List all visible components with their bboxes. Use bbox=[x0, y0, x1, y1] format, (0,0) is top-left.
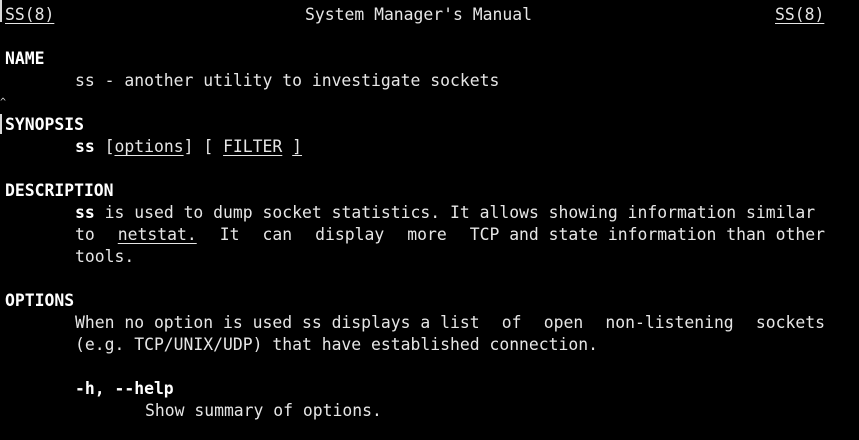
description-line-2: to netstat. It can display more TCP and … bbox=[75, 224, 825, 246]
netstat-link[interactable]: netstat. bbox=[118, 224, 197, 246]
options-line-1: When no option is used ss displays a lis… bbox=[75, 312, 825, 334]
cursor-gutter-top bbox=[0, 0, 2, 22]
description-word: to bbox=[75, 225, 95, 244]
option-help-description: Show summary of options. bbox=[145, 401, 382, 420]
description-word: more bbox=[407, 225, 447, 244]
synopsis-filter-link[interactable]: FILTER bbox=[223, 137, 282, 156]
options-word: When no option is used ss displays a lis… bbox=[75, 313, 480, 332]
synopsis-command: ss bbox=[75, 137, 95, 156]
option-help-flag: -h, --help bbox=[75, 379, 174, 398]
name-text: ss - another utility to investigate sock… bbox=[75, 71, 500, 90]
description-word: It bbox=[219, 225, 240, 244]
synopsis-options-link[interactable]: options bbox=[115, 137, 184, 156]
synopsis-middle: ] [ bbox=[183, 137, 214, 156]
section-description-heading: DESCRIPTION bbox=[5, 181, 114, 200]
section-options-heading: OPTIONS bbox=[5, 291, 75, 310]
description-word: TCP and state information than other bbox=[469, 225, 825, 244]
options-word: sockets bbox=[755, 313, 825, 332]
description-line-1: ss is used to dump socket statistics. It… bbox=[75, 202, 815, 224]
options-word: open bbox=[543, 313, 584, 332]
header-right[interactable]: SS(8) bbox=[775, 4, 824, 26]
options-line-2: (e.g. TCP/UNIX/UDP) that have establishe… bbox=[75, 335, 599, 354]
description-line-1-text: is used to dump socket statistics. It al… bbox=[104, 203, 816, 222]
description-word: can bbox=[262, 225, 293, 244]
options-word: non-listening bbox=[605, 313, 734, 332]
description-word: display bbox=[315, 225, 385, 244]
synopsis-open-bracket: [ bbox=[104, 137, 115, 156]
description-command: ss bbox=[75, 203, 95, 222]
description-line-3: tools. bbox=[75, 247, 135, 266]
header-left[interactable]: SS(8) bbox=[5, 4, 54, 26]
options-word: of bbox=[501, 313, 522, 332]
synopsis-close-bracket: ] bbox=[292, 137, 303, 156]
section-synopsis-heading: SYNOPSIS bbox=[5, 115, 84, 134]
header-title: System Manager's Manual bbox=[305, 5, 532, 24]
cursor-gutter-mid bbox=[0, 114, 2, 134]
scroll-up-icon: ^ bbox=[0, 97, 7, 108]
synopsis-line: ss [options] [ FILTER ] bbox=[75, 136, 302, 158]
section-name-heading: NAME bbox=[5, 49, 45, 68]
